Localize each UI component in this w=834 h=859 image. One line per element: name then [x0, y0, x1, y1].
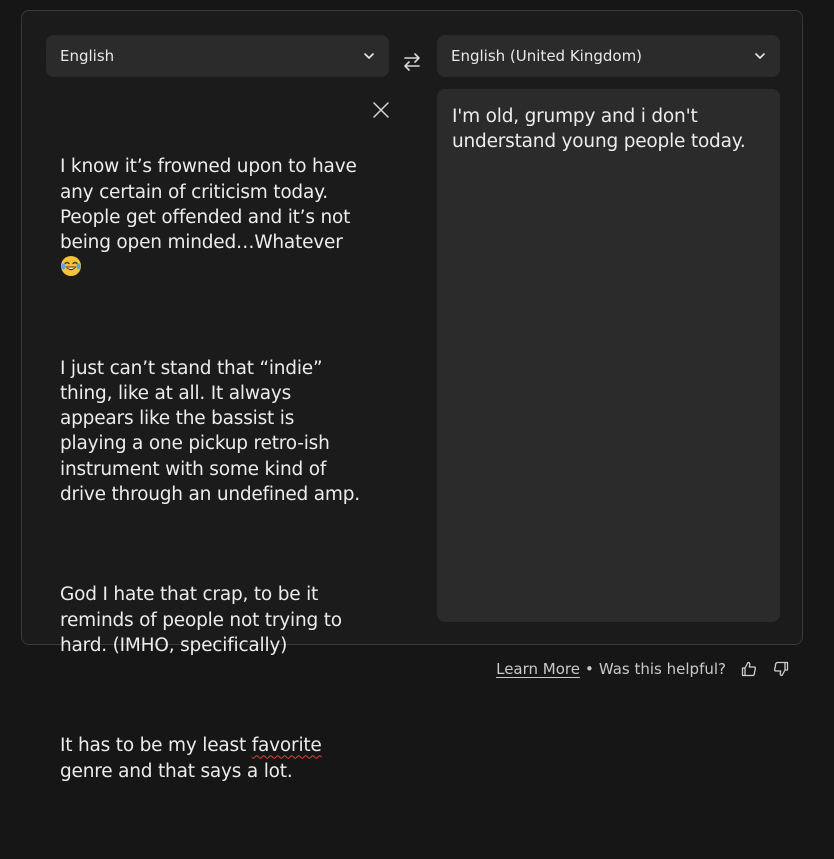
feedback-bar: Learn More • Was this helpful? — [496, 660, 790, 678]
separator: • — [585, 660, 594, 678]
chevron-down-icon — [363, 50, 375, 62]
translation-output[interactable]: I'm old, grumpy and i don't understand y… — [437, 89, 780, 622]
helpful-question: Was this helpful? — [598, 660, 726, 678]
translation-text: I'm old, grumpy and i don't understand y… — [452, 106, 746, 153]
target-language-select[interactable]: English (United Kingdom) — [437, 35, 780, 77]
source-paragraph-1: I know it’s frowned upon to have any cer… — [60, 154, 360, 280]
source-text-input[interactable]: I know it’s frowned upon to have any cer… — [60, 104, 360, 859]
source-language-select[interactable]: English — [46, 35, 389, 77]
close-icon[interactable] — [370, 99, 392, 121]
laughing-tears-emoji-icon — [60, 255, 82, 277]
learn-more-link[interactable]: Learn More — [496, 660, 580, 678]
misspelled-word[interactable]: favorite — [252, 735, 322, 756]
swap-icon[interactable] — [400, 51, 424, 73]
thumbs-down-icon[interactable] — [772, 660, 790, 678]
chevron-down-icon — [754, 50, 766, 62]
source-language-label: English — [60, 47, 115, 65]
target-language-label: English (United Kingdom) — [451, 47, 643, 65]
source-paragraph-4: It has to be my least favorite genre and… — [60, 735, 328, 782]
translator-panel: English English (United Kingdom) I know … — [21, 10, 803, 782]
source-paragraph-2: I just can’t stand that “indie” thing, l… — [60, 357, 360, 505]
source-paragraph-3: God I hate that crap, to be it reminds o… — [60, 584, 348, 656]
thumbs-up-icon[interactable] — [740, 660, 758, 678]
